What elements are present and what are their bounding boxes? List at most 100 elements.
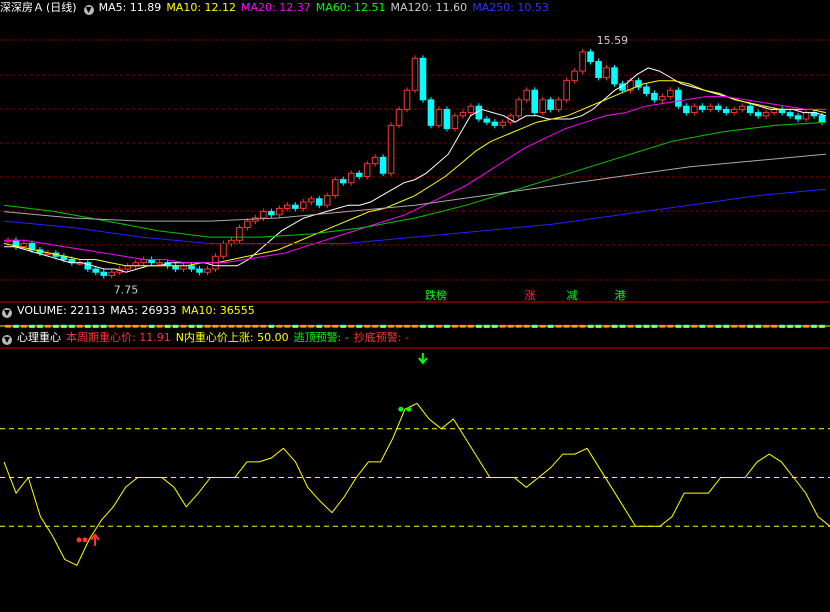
ma-legend-0: MA5: 11.89 — [98, 1, 162, 14]
candle — [555, 99, 562, 110]
ma-legend-3: MA60: 12.51 — [315, 1, 386, 14]
candle — [260, 211, 267, 219]
candle — [411, 57, 419, 91]
sell-dot — [398, 406, 404, 412]
candle — [339, 179, 347, 184]
indicator-name: 心理重心 — [17, 331, 61, 344]
candle — [675, 89, 682, 107]
ma-legend-2: MA20: 12.37 — [241, 1, 311, 14]
candle — [172, 265, 179, 270]
candle — [371, 156, 379, 165]
candle — [323, 195, 331, 206]
candle — [491, 121, 499, 126]
candle — [786, 112, 794, 117]
candle — [643, 86, 650, 94]
signal-label: 跌榜 — [425, 288, 447, 302]
candle — [571, 70, 578, 82]
candle — [355, 172, 363, 177]
candle — [515, 99, 523, 117]
price-chart: 跌榜 涨 减 港 — [3, 48, 827, 302]
ma-legend-4: MA120: 11.60 — [390, 1, 468, 14]
low-price-label: 7.75 — [114, 283, 139, 296]
candle — [483, 118, 491, 123]
ma-legend-1: MA10: 12.12 — [166, 1, 237, 14]
candle — [419, 57, 427, 101]
candle — [579, 51, 586, 72]
candle — [307, 198, 315, 203]
sell-dot — [406, 406, 412, 412]
candle — [547, 99, 554, 110]
chevron-down-icon[interactable]: ▼ — [2, 308, 12, 318]
ma-legend: MA5: 11.89 MA10: 12.12 MA20: 12.37 MA60: 12… — [99, 1, 554, 14]
high-price-label: 15.59 — [597, 34, 629, 47]
buy-arrow-icon — [90, 533, 100, 546]
indicator-field-3: 抄底预警: - — [353, 331, 409, 344]
candle — [587, 51, 594, 63]
volume-header: ▼ VOLUME: 22113 MA5: 26933 MA10: 36555 — [0, 303, 830, 319]
candle — [347, 172, 355, 184]
candle — [539, 99, 546, 114]
candle — [802, 112, 810, 120]
candle — [499, 121, 507, 126]
candle — [467, 105, 475, 114]
candle — [299, 201, 307, 209]
candle — [762, 112, 770, 117]
candle — [595, 61, 602, 78]
candle — [794, 115, 802, 120]
candle — [651, 92, 658, 101]
period-label: (日线) — [46, 1, 77, 14]
candle — [100, 271, 108, 276]
candle — [531, 89, 539, 114]
indicator-chart — [0, 353, 830, 566]
indicator-field-1: N内重心价上涨: 50.00 — [175, 331, 289, 344]
signal-label: 减 — [567, 289, 578, 302]
candle — [443, 108, 451, 130]
candle — [395, 108, 403, 126]
candle — [611, 67, 618, 85]
candle — [387, 124, 395, 174]
candle — [699, 105, 706, 110]
buy-dot — [76, 537, 82, 543]
indicator-header: ▼ 心理重心 本周期重心价: 11.91 N内重心价上涨: 50.00 逃顶预警: - 抄… — [0, 330, 830, 346]
candle — [220, 242, 227, 257]
indicator-field-2: 逃顶预警: - — [293, 331, 349, 344]
ma-line-ma250 — [3, 188, 827, 244]
candle — [92, 268, 100, 273]
candle — [459, 112, 467, 117]
candle — [714, 105, 722, 110]
ma-legend-5: MA250: 10.53 — [472, 1, 549, 14]
candle — [730, 108, 738, 114]
candle — [236, 227, 243, 241]
candle — [196, 268, 203, 273]
candle — [284, 204, 291, 209]
sell-arrow-icon — [418, 353, 428, 365]
candle — [667, 89, 674, 98]
candle — [659, 96, 666, 101]
candle — [379, 156, 387, 174]
chevron-down-icon[interactable]: ▼ — [83, 5, 94, 15]
signal-label: 涨 — [525, 289, 536, 302]
candle — [204, 268, 211, 273]
candle — [523, 89, 531, 101]
indicator-fields: 本周期重心价: 11.91 N内重心价上涨: 50.00 逃顶预警: - 抄底预警: … — [66, 331, 414, 344]
volume-label: VOLUME: 22113 — [17, 304, 106, 317]
price-header: 深深房Ａ (日线) ▼ MA5: 11.89 MA10: 12.12 MA20: 12.3… — [0, 0, 830, 16]
candle — [706, 105, 714, 110]
candle — [315, 198, 323, 206]
candle — [403, 89, 411, 110]
candle — [603, 67, 610, 78]
candle — [244, 220, 251, 229]
candle — [363, 163, 371, 177]
candle — [156, 262, 163, 265]
candle — [722, 108, 730, 114]
candle — [563, 80, 570, 101]
candle — [427, 99, 435, 126]
candle — [683, 105, 690, 114]
candle — [108, 271, 116, 276]
indicator-line — [3, 402, 830, 566]
candle — [276, 207, 283, 216]
signal-label: 港 — [615, 289, 626, 302]
candle — [754, 112, 762, 117]
chevron-down-icon[interactable]: ▼ — [2, 335, 12, 345]
candle — [738, 105, 746, 110]
